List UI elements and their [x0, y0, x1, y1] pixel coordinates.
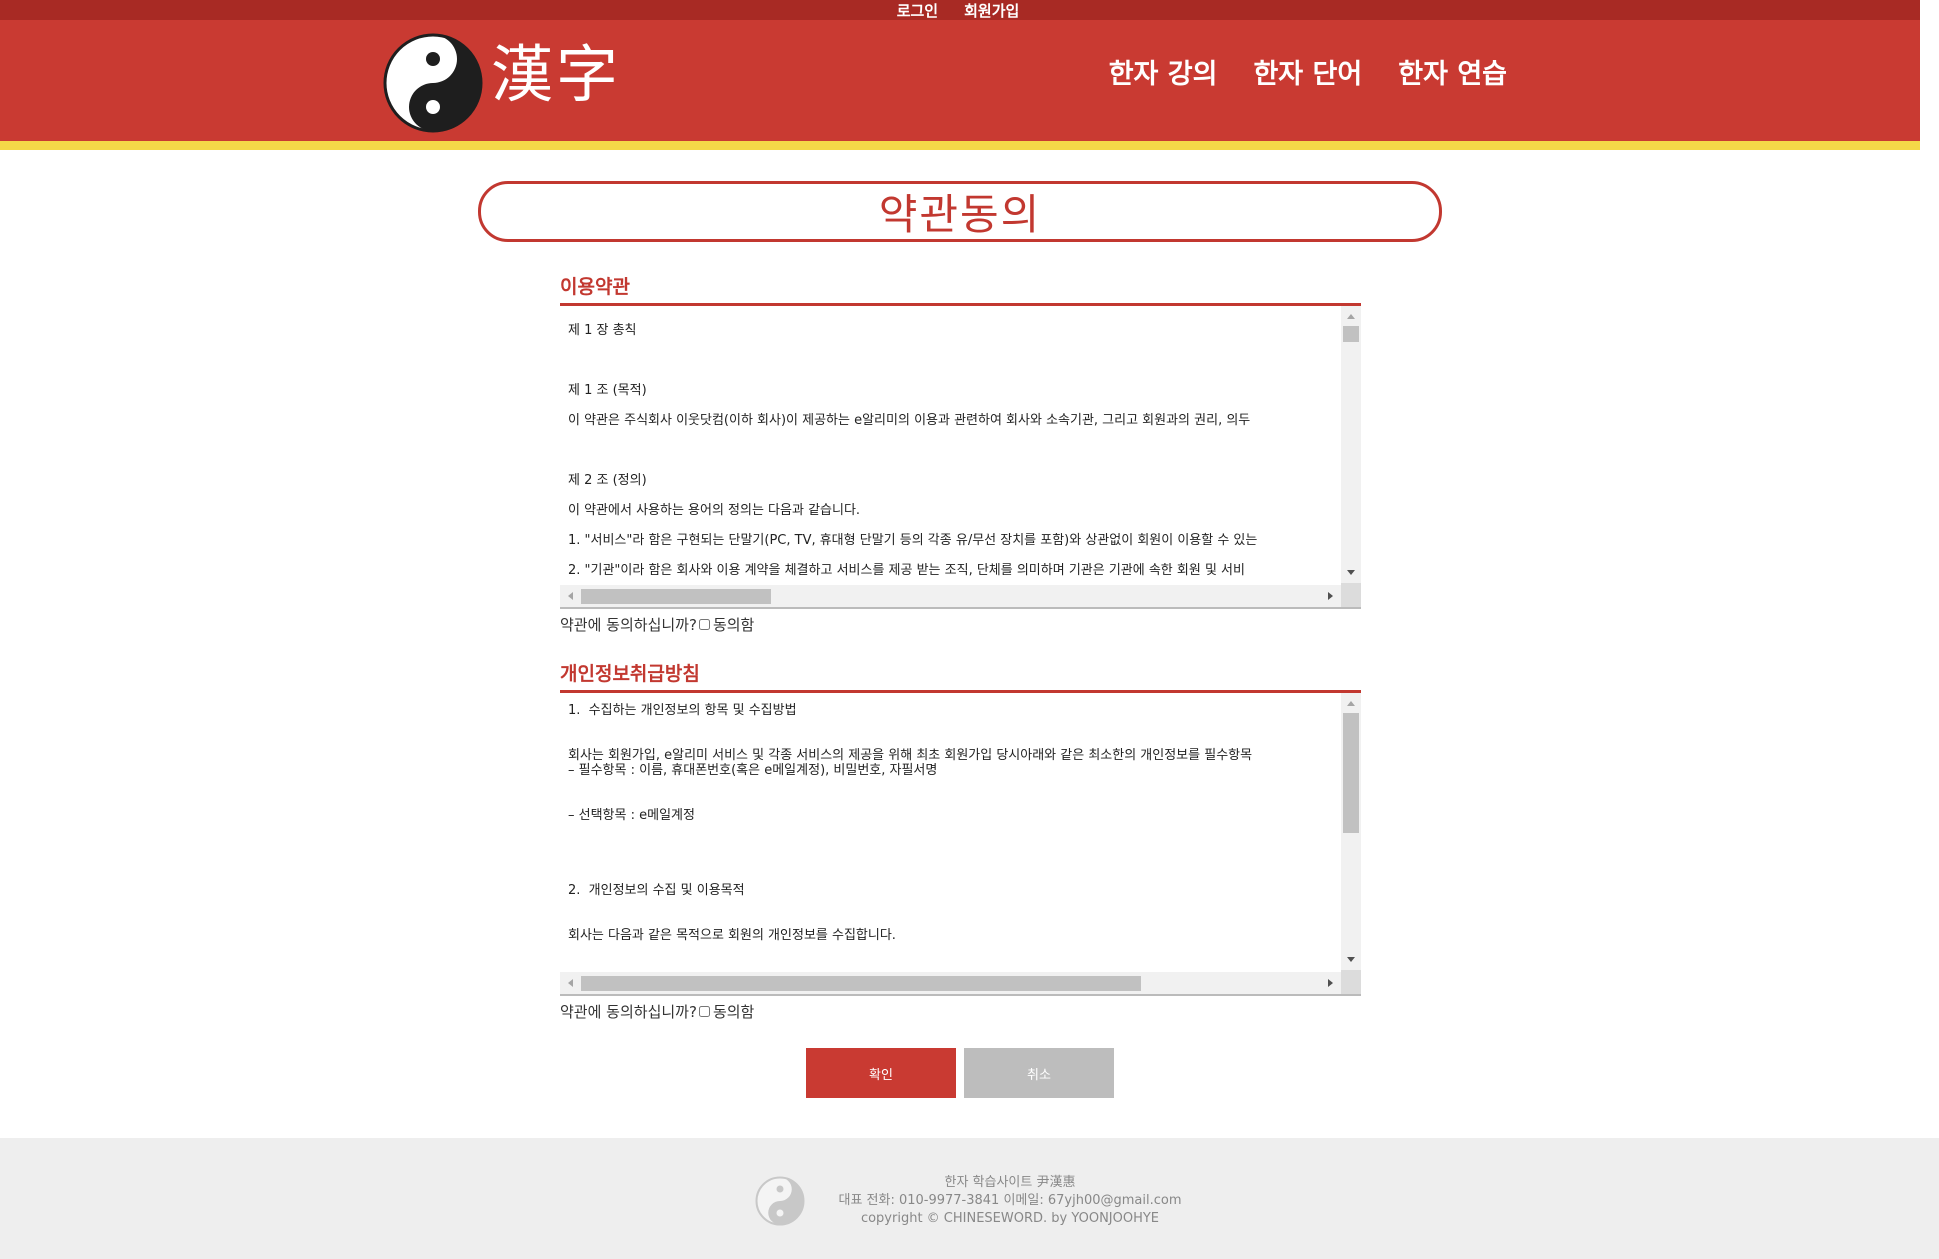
footer-copyright: copyright © CHINESEWORD. by YOONJOOHYE	[860, 1211, 1160, 1226]
page-title-box: 약관동의	[478, 181, 1442, 242]
footer: 한자 학습사이트 尹漢惠 대표 전화: 010-9977-3841 이메일: 6…	[0, 1138, 1939, 1259]
terms-vertical-scrollbar[interactable]	[1341, 306, 1361, 583]
footer-info: 한자 학습사이트 尹漢惠 대표 전화: 010-9977-3841 이메일: 6…	[800, 1174, 1220, 1228]
nav-hanja-practice[interactable]: 한자 연습	[1398, 52, 1507, 91]
scroll-right-arrow-icon[interactable]	[1328, 979, 1333, 987]
privacy-heading: 개인정보취급방침	[560, 662, 1361, 693]
footer-site-name: 한자 학습사이트 尹漢惠	[944, 1175, 1076, 1190]
scroll-thumb[interactable]	[581, 976, 1141, 991]
text-line	[568, 346, 1339, 376]
terms-agree-question: 약관에 동의하십니까?	[560, 616, 697, 634]
privacy-horizontal-scrollbar[interactable]	[560, 972, 1341, 994]
nav-hanja-lecture[interactable]: 한자 강의	[1109, 52, 1218, 91]
logo-text: 漢字	[491, 38, 622, 111]
terms-agree-label[interactable]: 동의함	[713, 614, 754, 635]
text-line	[568, 718, 1339, 748]
scroll-left-arrow-icon[interactable]	[568, 979, 573, 987]
privacy-vertical-scrollbar[interactable]	[1341, 693, 1361, 970]
scroll-thumb[interactable]	[1343, 326, 1359, 342]
terms-agree-row: 약관에 동의하십니까? 동의함	[560, 614, 1361, 635]
text-line	[568, 853, 1339, 883]
terms-horizontal-scrollbar[interactable]	[560, 585, 1341, 607]
text-line	[568, 823, 1339, 853]
footer-yin-yang-icon	[755, 1176, 805, 1226]
text-line: 이 약관에서 사용하는 용어의 정의는 다음과 같습니다.	[568, 503, 861, 518]
scroll-down-arrow-icon[interactable]	[1347, 957, 1355, 962]
text-line	[568, 898, 1339, 928]
text-line: 회사는 다음과 같은 목적으로 회원의 개인정보를 수집합니다.	[568, 928, 896, 943]
terms-agree-checkbox[interactable]	[698, 619, 710, 630]
cancel-button[interactable]: 취소	[964, 1048, 1114, 1098]
text-line: – 필수항목 : 이름, 휴대폰번호(혹은 e메일계정), 비밀번호, 자필서명	[568, 763, 938, 778]
scroll-down-arrow-icon[interactable]	[1347, 570, 1355, 575]
header-stripe	[0, 141, 1920, 150]
terms-text: 제 1 장 총칙 제 1 조 (목적) 이 약관은 주식회사 이웃닷컴(이하 회사…	[568, 316, 1339, 583]
privacy-agree-row: 약관에 동의하십니까? 동의함	[560, 1001, 1361, 1022]
privacy-agree-label[interactable]: 동의함	[713, 1001, 754, 1022]
yin-yang-icon	[383, 33, 483, 133]
scroll-right-arrow-icon[interactable]	[1328, 592, 1333, 600]
text-line: 이 약관은 주식회사 이웃닷컴(이하 회사)이 제공하는 e알리미의 이용과 관…	[568, 413, 1251, 428]
login-link[interactable]: 로그인	[897, 0, 938, 21]
privacy-textarea[interactable]: 1. 수집하는 개인정보의 항목 및 수집방법 회사는 회원가입, e알리미 서…	[560, 693, 1361, 996]
text-line: 1. "서비스"라 함은 구현되는 단말기(PC, TV, 휴대형 단말기 등의…	[568, 533, 1258, 548]
privacy-agree-checkbox[interactable]	[698, 1006, 710, 1017]
terms-textarea[interactable]: 제 1 장 총칙 제 1 조 (목적) 이 약관은 주식회사 이웃닷컴(이하 회사…	[560, 306, 1361, 609]
text-line	[568, 943, 1339, 970]
signup-link[interactable]: 회원가입	[964, 0, 1019, 21]
text-line	[568, 436, 1339, 466]
terms-section: 이용약관 제 1 장 총칙 제 1 조 (목적) 이 약관은 주식회사 이웃닷컴(…	[560, 275, 1361, 635]
page-title: 약관동의	[878, 190, 1042, 239]
privacy-agree-question: 약관에 동의하십니까?	[560, 1003, 697, 1021]
terms-heading: 이용약관	[560, 275, 1361, 306]
text-line	[568, 778, 1339, 808]
scrollbar-corner	[1341, 970, 1361, 994]
text-line: 회사는 회원가입, e알리미 서비스 및 각종 서비스의 제공을 위해 최초 회…	[568, 748, 1253, 763]
header	[0, 20, 1920, 141]
scrollbar-corner	[1341, 583, 1361, 607]
privacy-section: 개인정보취급방침 1. 수집하는 개인정보의 항목 및 수집방법 회사는 회원가…	[560, 662, 1361, 1022]
top-bar: 로그인 회원가입	[0, 0, 1920, 20]
privacy-text: 1. 수집하는 개인정보의 항목 및 수집방법 회사는 회원가입, e알리미 서…	[568, 703, 1339, 970]
scroll-thumb[interactable]	[581, 589, 771, 604]
footer-contact: 대표 전화: 010-9977-3841 이메일: 67yjh00@gmail.…	[838, 1193, 1182, 1208]
text-line: 2. "기관"이라 함은 회사와 이용 계약을 체결하고 서비스를 제공 받는 …	[568, 563, 1245, 578]
main-nav: 한자 강의 한자 단어 한자 연습	[1109, 52, 1507, 91]
text-line: 2. 개인정보의 수집 및 이용목적	[568, 883, 745, 898]
scroll-thumb[interactable]	[1343, 713, 1359, 833]
nav-hanja-words[interactable]: 한자 단어	[1253, 52, 1362, 91]
text-line: 제 2 조 (정의)	[568, 473, 647, 488]
confirm-button[interactable]: 확인	[806, 1048, 956, 1098]
scroll-left-arrow-icon[interactable]	[568, 592, 573, 600]
text-line: 1. 수집하는 개인정보의 항목 및 수집방법	[568, 703, 797, 718]
site-logo[interactable]: 漢字	[383, 33, 621, 133]
text-line: – 선택항목 : e메일계정	[568, 808, 695, 823]
text-line: 제 1 장 총칙	[568, 323, 637, 338]
scroll-up-arrow-icon[interactable]	[1347, 314, 1355, 319]
text-line: 제 1 조 (목적)	[568, 383, 647, 398]
scroll-up-arrow-icon[interactable]	[1347, 701, 1355, 706]
